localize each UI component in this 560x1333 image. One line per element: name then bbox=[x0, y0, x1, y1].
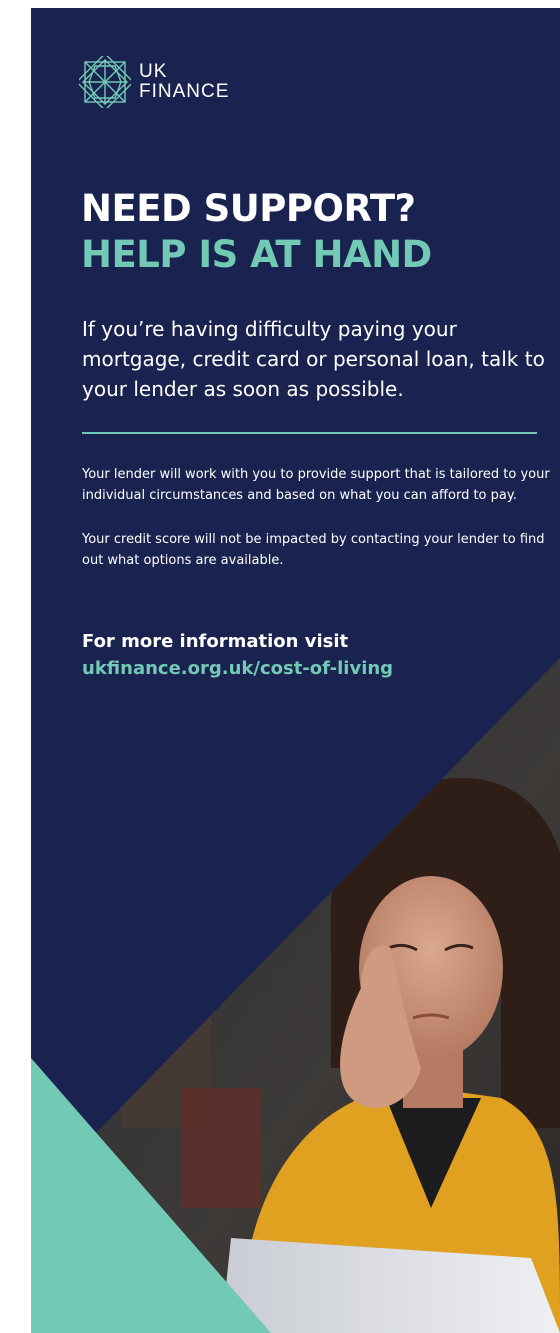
more-info-link[interactable]: ukfinance.org.uk/cost-of-living bbox=[82, 655, 552, 682]
logo-line-finance: FINANCE bbox=[139, 81, 230, 102]
headline-line-1: NEED SUPPORT? bbox=[81, 187, 416, 230]
headline-line-2: HELP IS AT HAND bbox=[81, 233, 432, 276]
logo-line-uk: UK bbox=[139, 61, 168, 82]
support-paragraph: Your lender will work with you to provid… bbox=[82, 467, 550, 503]
more-info: For more information visit ukfinance.org… bbox=[82, 628, 552, 682]
more-info-lead: For more information visit bbox=[82, 631, 349, 652]
poster-banner: UK FINANCE NEED SUPPORT? HELP IS AT HAND… bbox=[31, 8, 560, 1333]
headline: NEED SUPPORT? HELP IS AT HAND bbox=[81, 186, 551, 278]
divider-line bbox=[82, 432, 537, 434]
logo-wordmark: UK FINANCE bbox=[139, 62, 229, 102]
intro-text: If you’re having difficulty paying your … bbox=[82, 317, 545, 401]
credit-score-paragraph: Your credit score will not be impacted b… bbox=[82, 532, 545, 568]
uk-finance-emblem-icon bbox=[79, 56, 131, 108]
uk-finance-logo: UK FINANCE bbox=[79, 56, 229, 108]
